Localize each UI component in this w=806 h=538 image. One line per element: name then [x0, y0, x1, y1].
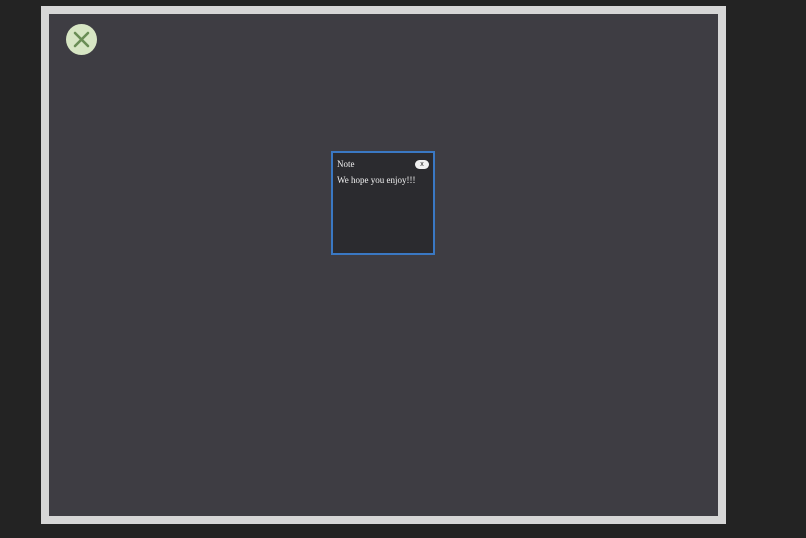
note-header: Note x	[337, 157, 429, 171]
close-overlay-button[interactable]	[66, 24, 97, 55]
note-title: Note	[337, 159, 355, 169]
note-card[interactable]: Note x We hope you enjoy!!!	[331, 151, 435, 255]
note-body-text[interactable]: We hope you enjoy!!!	[337, 175, 429, 186]
board-canvas[interactable]: Note x We hope you enjoy!!!	[49, 14, 718, 516]
note-close-button[interactable]: x	[415, 159, 429, 169]
viewer-frame: Note x We hope you enjoy!!!	[41, 6, 726, 524]
close-x-icon	[73, 31, 90, 48]
